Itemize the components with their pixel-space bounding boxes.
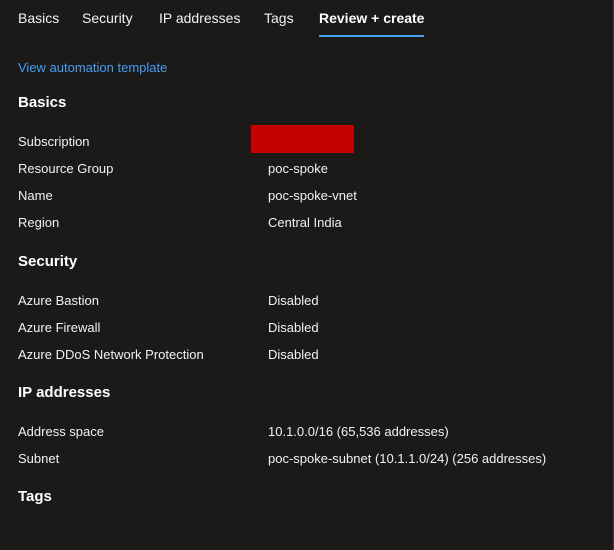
row-label-address-space: Address space [18,424,104,439]
tab-bar: Basics Security IP addresses Tags Review… [0,0,600,38]
redacted-subscription-value [251,125,354,153]
review-create-panel: Basics Security IP addresses Tags Review… [0,0,614,550]
row-label-azure-bastion: Azure Bastion [18,293,99,308]
row-label-subscription: Subscription [18,134,90,149]
row-label-azure-ddos: Azure DDoS Network Protection [18,347,204,362]
row-label-name: Name [18,188,53,203]
section-title-security: Security [18,253,78,270]
row-value-azure-ddos: Disabled [268,347,319,362]
tab-review-create[interactable]: Review + create [319,0,425,37]
tab-security[interactable]: Security [82,0,133,35]
row-value-azure-firewall: Disabled [268,320,319,335]
row-value-name: poc-spoke-vnet [268,188,357,203]
row-label-subnet: Subnet [18,451,60,466]
section-title-ip-addresses: IP addresses [18,384,111,401]
row-value-resource-group: poc-spoke [268,161,328,176]
section-title-basics: Basics [18,94,67,111]
row-value-azure-bastion: Disabled [268,293,319,308]
tab-ip-addresses[interactable]: IP addresses [159,0,240,35]
row-value-subnet: poc-spoke-subnet (10.1.1.0/24) (256 addr… [268,451,547,466]
row-value-address-space: 10.1.0.0/16 (65,536 addresses) [268,424,449,439]
section-title-tags: Tags [18,488,52,505]
row-label-region: Region [18,215,60,230]
view-automation-template-link[interactable]: View automation template [18,60,167,75]
row-label-resource-group: Resource Group [18,161,114,176]
tab-basics[interactable]: Basics [18,0,59,35]
row-value-region: Central India [268,215,342,230]
row-label-azure-firewall: Azure Firewall [18,320,101,335]
tab-tags[interactable]: Tags [264,0,294,35]
